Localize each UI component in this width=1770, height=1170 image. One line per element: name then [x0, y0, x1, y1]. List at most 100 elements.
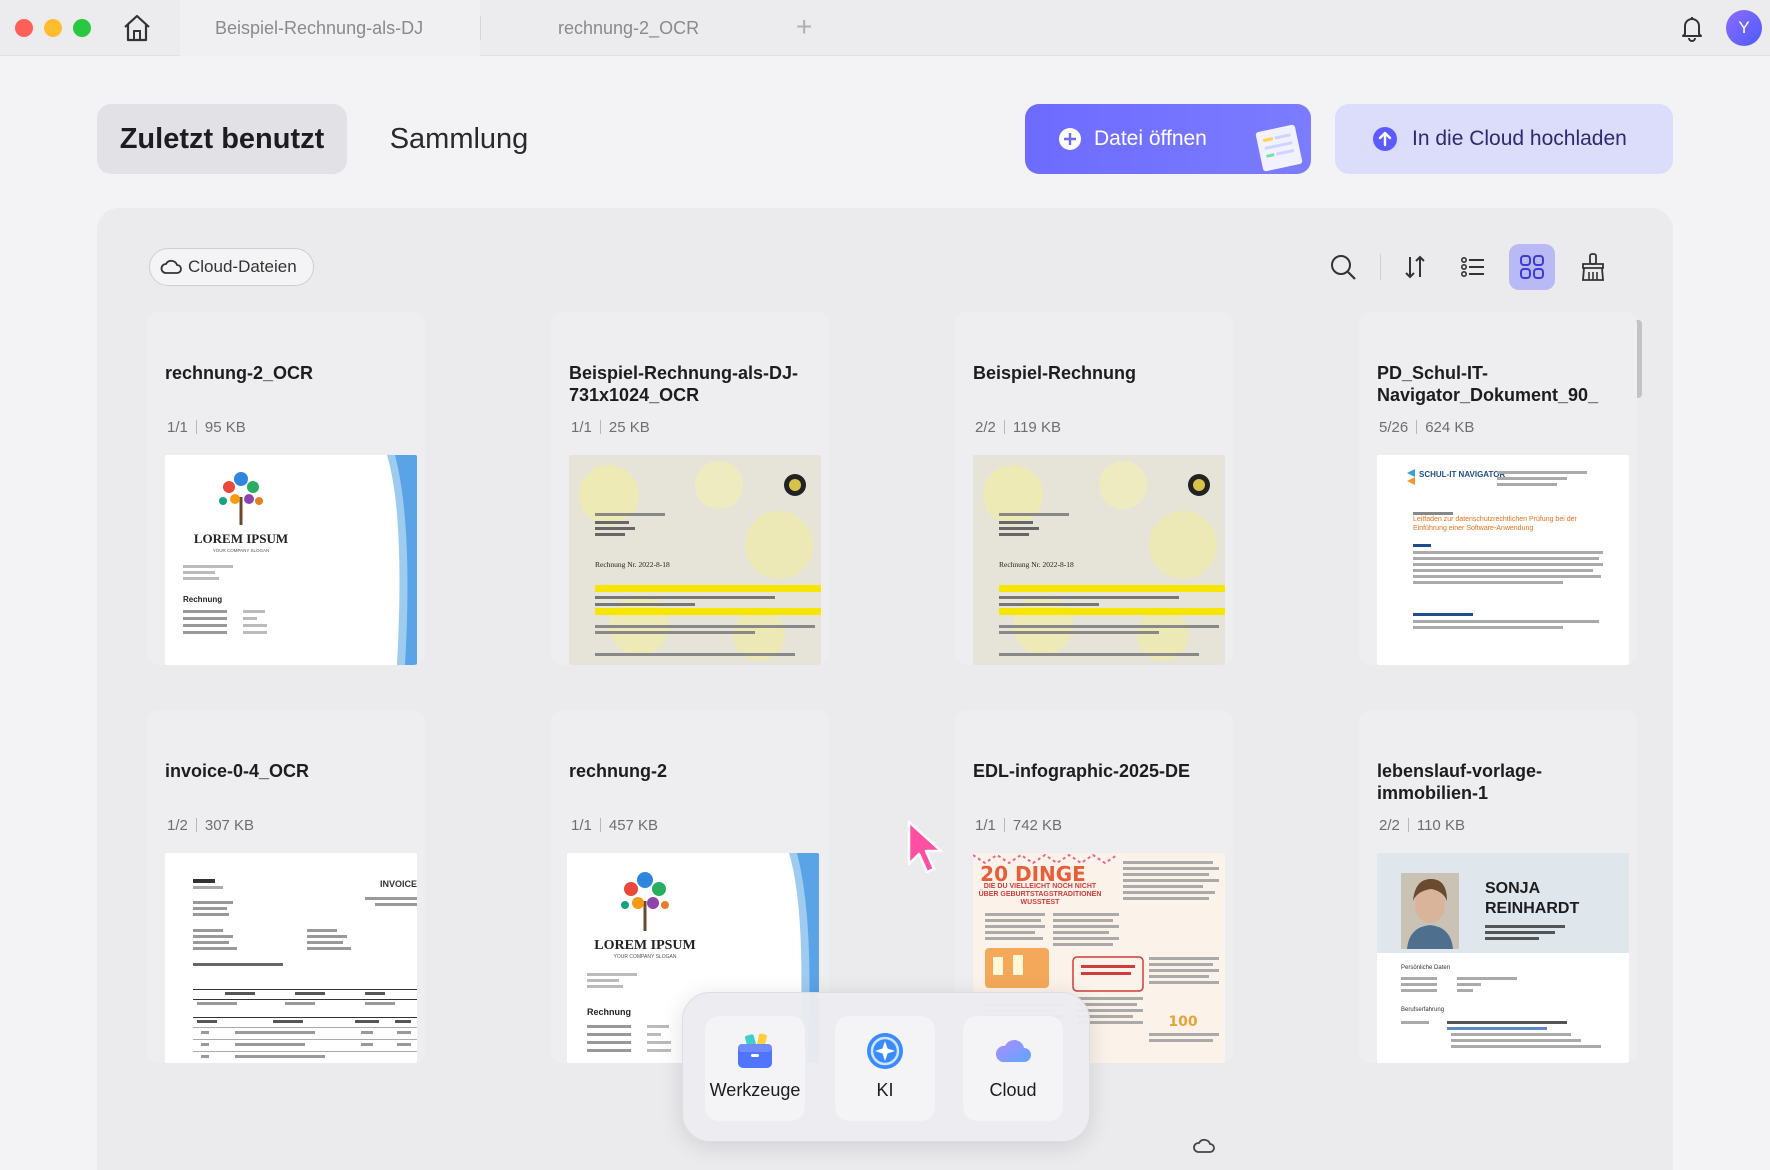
file-thumbnail: LOREM IPSUM YOUR COMPANY SLOGAN Rechnung [165, 455, 417, 665]
file-size: 110 KB [1416, 817, 1465, 834]
ai-button[interactable]: KI [835, 1016, 935, 1121]
sort-icon[interactable] [1392, 244, 1438, 290]
file-card[interactable]: Beispiel-Rechnung-als-DJ-731x1024_OCR 1/… [551, 312, 829, 665]
open-file-label: Datei öffnen [1094, 127, 1207, 150]
file-title: Beispiel-Rechnung [973, 363, 1137, 383]
cloud-button[interactable]: Cloud [963, 1016, 1063, 1121]
file-size: 119 KB [1012, 419, 1061, 436]
file-card[interactable]: invoice-0-4_OCR 1/2 307 KB INVOICE [147, 710, 425, 1063]
thumb-section-experience: Berufserfahrung [1401, 1007, 1444, 1013]
file-meta: 1/1 95 KB [167, 419, 246, 436]
cloud-icon [995, 1039, 1031, 1062]
file-meta: 1/1 742 KB [975, 817, 1062, 834]
file-pages: 1/1 [571, 817, 592, 834]
file-pages: 5/26 [1379, 419, 1409, 436]
file-meta: 1/1 457 KB [571, 817, 658, 834]
file-pages: 1/1 [167, 419, 188, 436]
documents-illustration-icon [1255, 124, 1303, 172]
cloud-files-filter[interactable]: Cloud-Dateien [149, 248, 314, 286]
thumb-logo-text: SCHUL-IT NAVIGATOR [1419, 470, 1505, 479]
tools-button[interactable]: Werkzeuge [705, 1016, 805, 1121]
upload-to-cloud-button[interactable]: In die Cloud hochladen [1335, 104, 1673, 174]
file-size: 307 KB [204, 817, 255, 834]
new-tab-button[interactable]: + [796, 13, 812, 41]
file-meta: 1/1 25 KB [571, 419, 650, 436]
thumb-heading: INVOICE [380, 879, 417, 889]
file-title: invoice-0-4_OCR [165, 761, 310, 781]
file-meta: 1/2 307 KB [167, 817, 254, 834]
file-meta: 2/2 110 KB [1379, 817, 1465, 834]
thumb-heading: Rechnung [183, 595, 222, 604]
minimize-window-button[interactable] [44, 19, 62, 37]
thumb-slogan-text: YOUR COMPANY SLOGAN [213, 548, 270, 553]
file-meta: 2/2 119 KB [975, 419, 1061, 436]
tab-document-2[interactable]: rechnung-2_OCR [480, 0, 780, 56]
thumb-logo-text: LOREM IPSUM [194, 531, 288, 546]
open-file-button[interactable]: Datei öffnen [1025, 104, 1311, 174]
file-pages: 2/2 [975, 419, 996, 436]
mouse-cursor-icon [907, 820, 943, 874]
file-card[interactable]: rechnung-2_OCR 1/1 95 KB LOREM IPSUM YOUR… [147, 312, 425, 665]
title-bar: Beispiel-Rechnung-als-DJ rechnung-2_OCR … [0, 0, 1770, 56]
upload-label: In die Cloud hochladen [1412, 127, 1627, 150]
zoom-window-button[interactable] [73, 19, 91, 37]
tab-recent[interactable]: Zuletzt benutzt [97, 104, 347, 174]
file-title: rechnung-2 [569, 761, 668, 781]
bell-icon[interactable] [1676, 12, 1708, 44]
file-size: 95 KB [204, 419, 246, 436]
cloud-outline-icon [160, 259, 182, 274]
ai-icon [867, 1033, 903, 1069]
home-icon[interactable] [120, 12, 154, 44]
close-window-button[interactable] [15, 19, 33, 37]
thumb-slogan-text: YOUR COMPANY SLOGAN [614, 954, 677, 960]
toolbar-divider [1380, 254, 1381, 280]
user-avatar[interactable]: Y [1726, 10, 1762, 46]
file-thumbnail: SCHUL-IT NAVIGATOR Leitfaden zur datensc… [1377, 455, 1629, 665]
file-title: lebenslauf-vorlage-immobilien-1 [1377, 761, 1543, 803]
file-size: 457 KB [608, 817, 659, 834]
thumb-heading: Rechnung Nr. 2022-8-18 [999, 560, 1074, 569]
thumb-heading: Rechnung Nr. 2022-8-18 [595, 560, 670, 569]
file-size: 742 KB [1012, 817, 1063, 834]
file-card[interactable]: PD_Schul-IT-Navigator_Dokument_90_ 5/26 6… [1359, 312, 1637, 665]
file-pages: 1/1 [571, 419, 592, 436]
grid-view-icon[interactable] [1509, 244, 1555, 290]
file-thumbnail: INVOICE [165, 853, 417, 1063]
tab-label: rechnung-2_OCR [558, 17, 700, 38]
file-title: EDL-infographic-2025-DE [973, 761, 1191, 781]
plus-circle-icon [1059, 128, 1081, 150]
file-thumbnail: SONJA REINHARDT Persönliche Daten Berufs… [1377, 853, 1629, 1063]
cloud-label: Cloud [989, 1080, 1037, 1100]
thumb-subheading: DIE DU VIELLEICHT NOCH NICHT ÜBER GEBURT… [978, 883, 1102, 906]
thumb-logo-text: LOREM IPSUM [594, 938, 696, 953]
thumb-section-personal: Persönliche Daten [1401, 965, 1450, 971]
file-size: 25 KB [608, 419, 650, 436]
tab-document-1[interactable]: Beispiel-Rechnung-als-DJ [180, 0, 480, 56]
file-pages: 1/1 [975, 817, 996, 834]
search-icon[interactable] [1320, 244, 1366, 290]
file-meta: 5/26 624 KB [1379, 419, 1474, 436]
tab-collection[interactable]: Sammlung [364, 104, 554, 174]
thumb-name-last: REINHARDT [1485, 900, 1579, 917]
ai-label: KI [876, 1080, 894, 1100]
file-card[interactable]: lebenslauf-vorlage-immobilien-1 2/2 110 K… [1359, 710, 1637, 1063]
cloud-sync-icon[interactable] [1192, 1134, 1216, 1156]
cloud-files-label: Cloud-Dateien [188, 257, 297, 276]
file-pages: 2/2 [1379, 817, 1400, 834]
upload-arrow-icon [1373, 127, 1397, 151]
tools-label: Werkzeuge [709, 1080, 801, 1100]
file-thumbnail: Rechnung Nr. 2022-8-18 [973, 455, 1225, 665]
file-title: rechnung-2_OCR [165, 363, 314, 383]
file-title: PD_Schul-IT-Navigator_Dokument_90_ [1377, 363, 1599, 405]
toolbox-icon [738, 1033, 772, 1068]
thumb-name-first: SONJA [1485, 880, 1541, 897]
list-view-icon[interactable] [1450, 244, 1496, 290]
file-thumbnail: Rechnung Nr. 2022-8-18 [569, 455, 821, 665]
tab-label: Beispiel-Rechnung-als-DJ [215, 17, 424, 38]
thumb-heading: Leitfaden zur datenschutzrechtlichen Prü… [1413, 516, 1577, 532]
clean-icon[interactable] [1570, 244, 1616, 290]
file-size: 624 KB [1425, 419, 1475, 436]
file-card[interactable]: Beispiel-Rechnung 2/2 119 KB Rechnung Nr.… [955, 312, 1233, 665]
thumb-number: 100 [1168, 1014, 1197, 1030]
file-pages: 1/2 [167, 817, 188, 834]
